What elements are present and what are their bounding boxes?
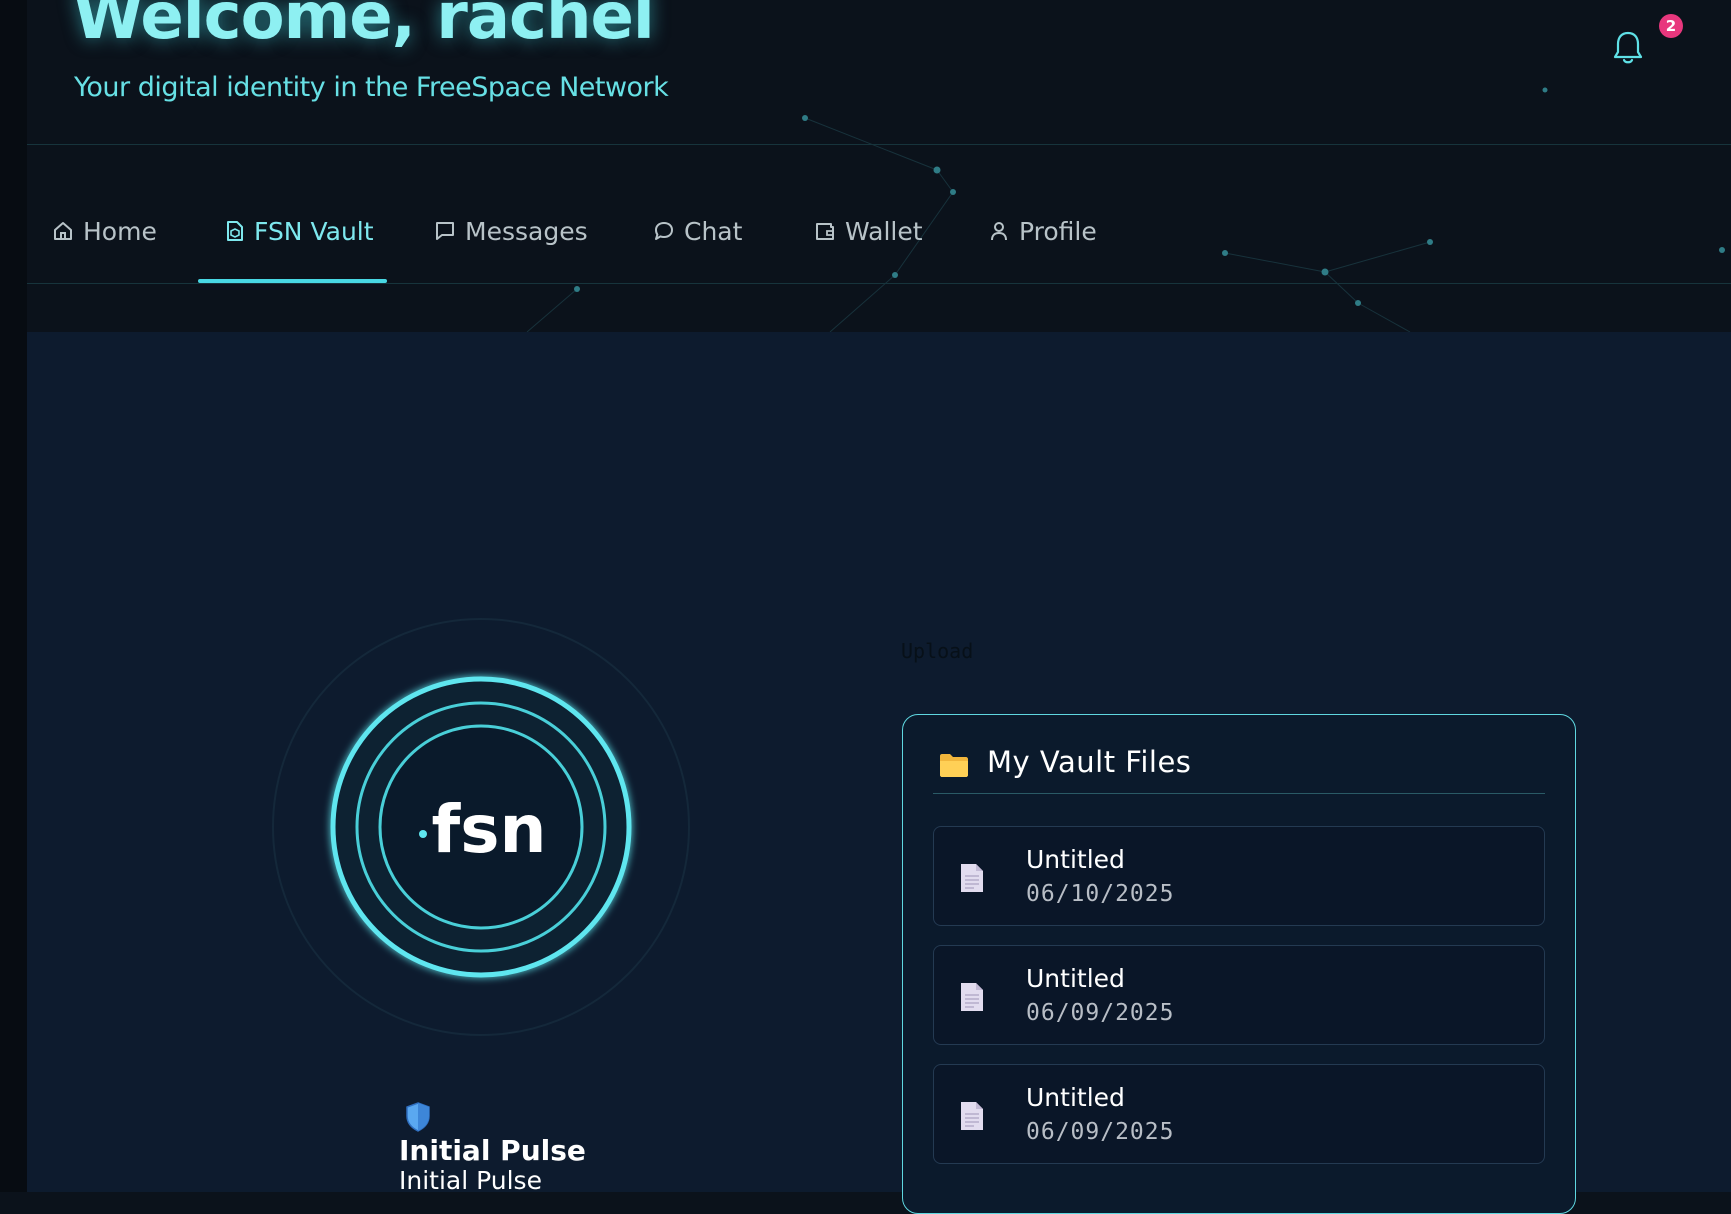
document-icon (961, 983, 983, 1011)
chat-bubble-icon (655, 222, 673, 240)
tab-chat-label: Chat (684, 217, 743, 246)
main-nav: Home FSN Vault Messages Chat Wallet Prof… (27, 145, 1731, 284)
welcome-subtitle: Your digital identity in the FreeSpace N… (74, 72, 669, 103)
fsn-orb[interactable]: fsn (270, 616, 695, 1041)
home-icon (54, 222, 72, 240)
left-edge (0, 0, 27, 1192)
file-item[interactable]: Untitled 06/10/2025 (933, 826, 1545, 926)
upload-button[interactable]: Upload (901, 639, 973, 663)
document-icon (961, 1102, 983, 1130)
tab-fsn-vault[interactable]: FSN Vault (222, 217, 374, 283)
tab-wallet[interactable]: Wallet (813, 217, 923, 283)
bell-icon[interactable] (1610, 27, 1646, 67)
tab-messages-label: Messages (465, 217, 588, 246)
file-item[interactable]: Untitled 06/09/2025 (933, 1064, 1545, 1164)
pulse-subtitle: Initial Pulse (399, 1166, 542, 1195)
active-tab-indicator (198, 279, 387, 283)
tab-chat[interactable]: Chat (652, 217, 742, 283)
file-name: Untitled (1026, 845, 1125, 874)
document-icon (961, 864, 983, 892)
app-header: Welcome, rachel Your digital identity in… (27, 0, 1731, 145)
file-date: 06/09/2025 (1026, 1119, 1175, 1145)
vault-icon (227, 221, 243, 241)
tab-wallet-label: Wallet (845, 217, 923, 246)
tab-messages[interactable]: Messages (433, 217, 588, 283)
file-item[interactable]: Untitled 06/09/2025 (933, 945, 1545, 1045)
tab-fsn-vault-label: FSN Vault (254, 217, 374, 246)
pulse-title: Initial Pulse (399, 1134, 586, 1167)
tab-profile-label: Profile (1019, 217, 1097, 246)
vault-files-title: My Vault Files (987, 745, 1192, 779)
fsn-logo-text: fsn (432, 791, 547, 868)
vault-files-card: My Vault Files Untitled 06/10/2025 Untit… (902, 714, 1576, 1214)
welcome-title: Welcome, rachel (73, 0, 655, 54)
folder-icon (940, 754, 968, 777)
user-icon (991, 222, 1007, 241)
tab-profile[interactable]: Profile (987, 217, 1097, 283)
notification-badge: 2 (1659, 14, 1683, 38)
file-name: Untitled (1026, 1083, 1125, 1112)
vault-files-header: My Vault Files (933, 745, 1545, 794)
shield-icon (406, 1102, 430, 1132)
file-date: 06/10/2025 (1026, 881, 1175, 907)
file-name: Untitled (1026, 964, 1125, 993)
file-date: 06/09/2025 (1026, 1000, 1175, 1026)
tab-home[interactable]: Home (51, 217, 157, 283)
tab-home-label: Home (83, 217, 157, 246)
wallet-icon (816, 223, 834, 240)
message-square-icon (436, 222, 454, 240)
